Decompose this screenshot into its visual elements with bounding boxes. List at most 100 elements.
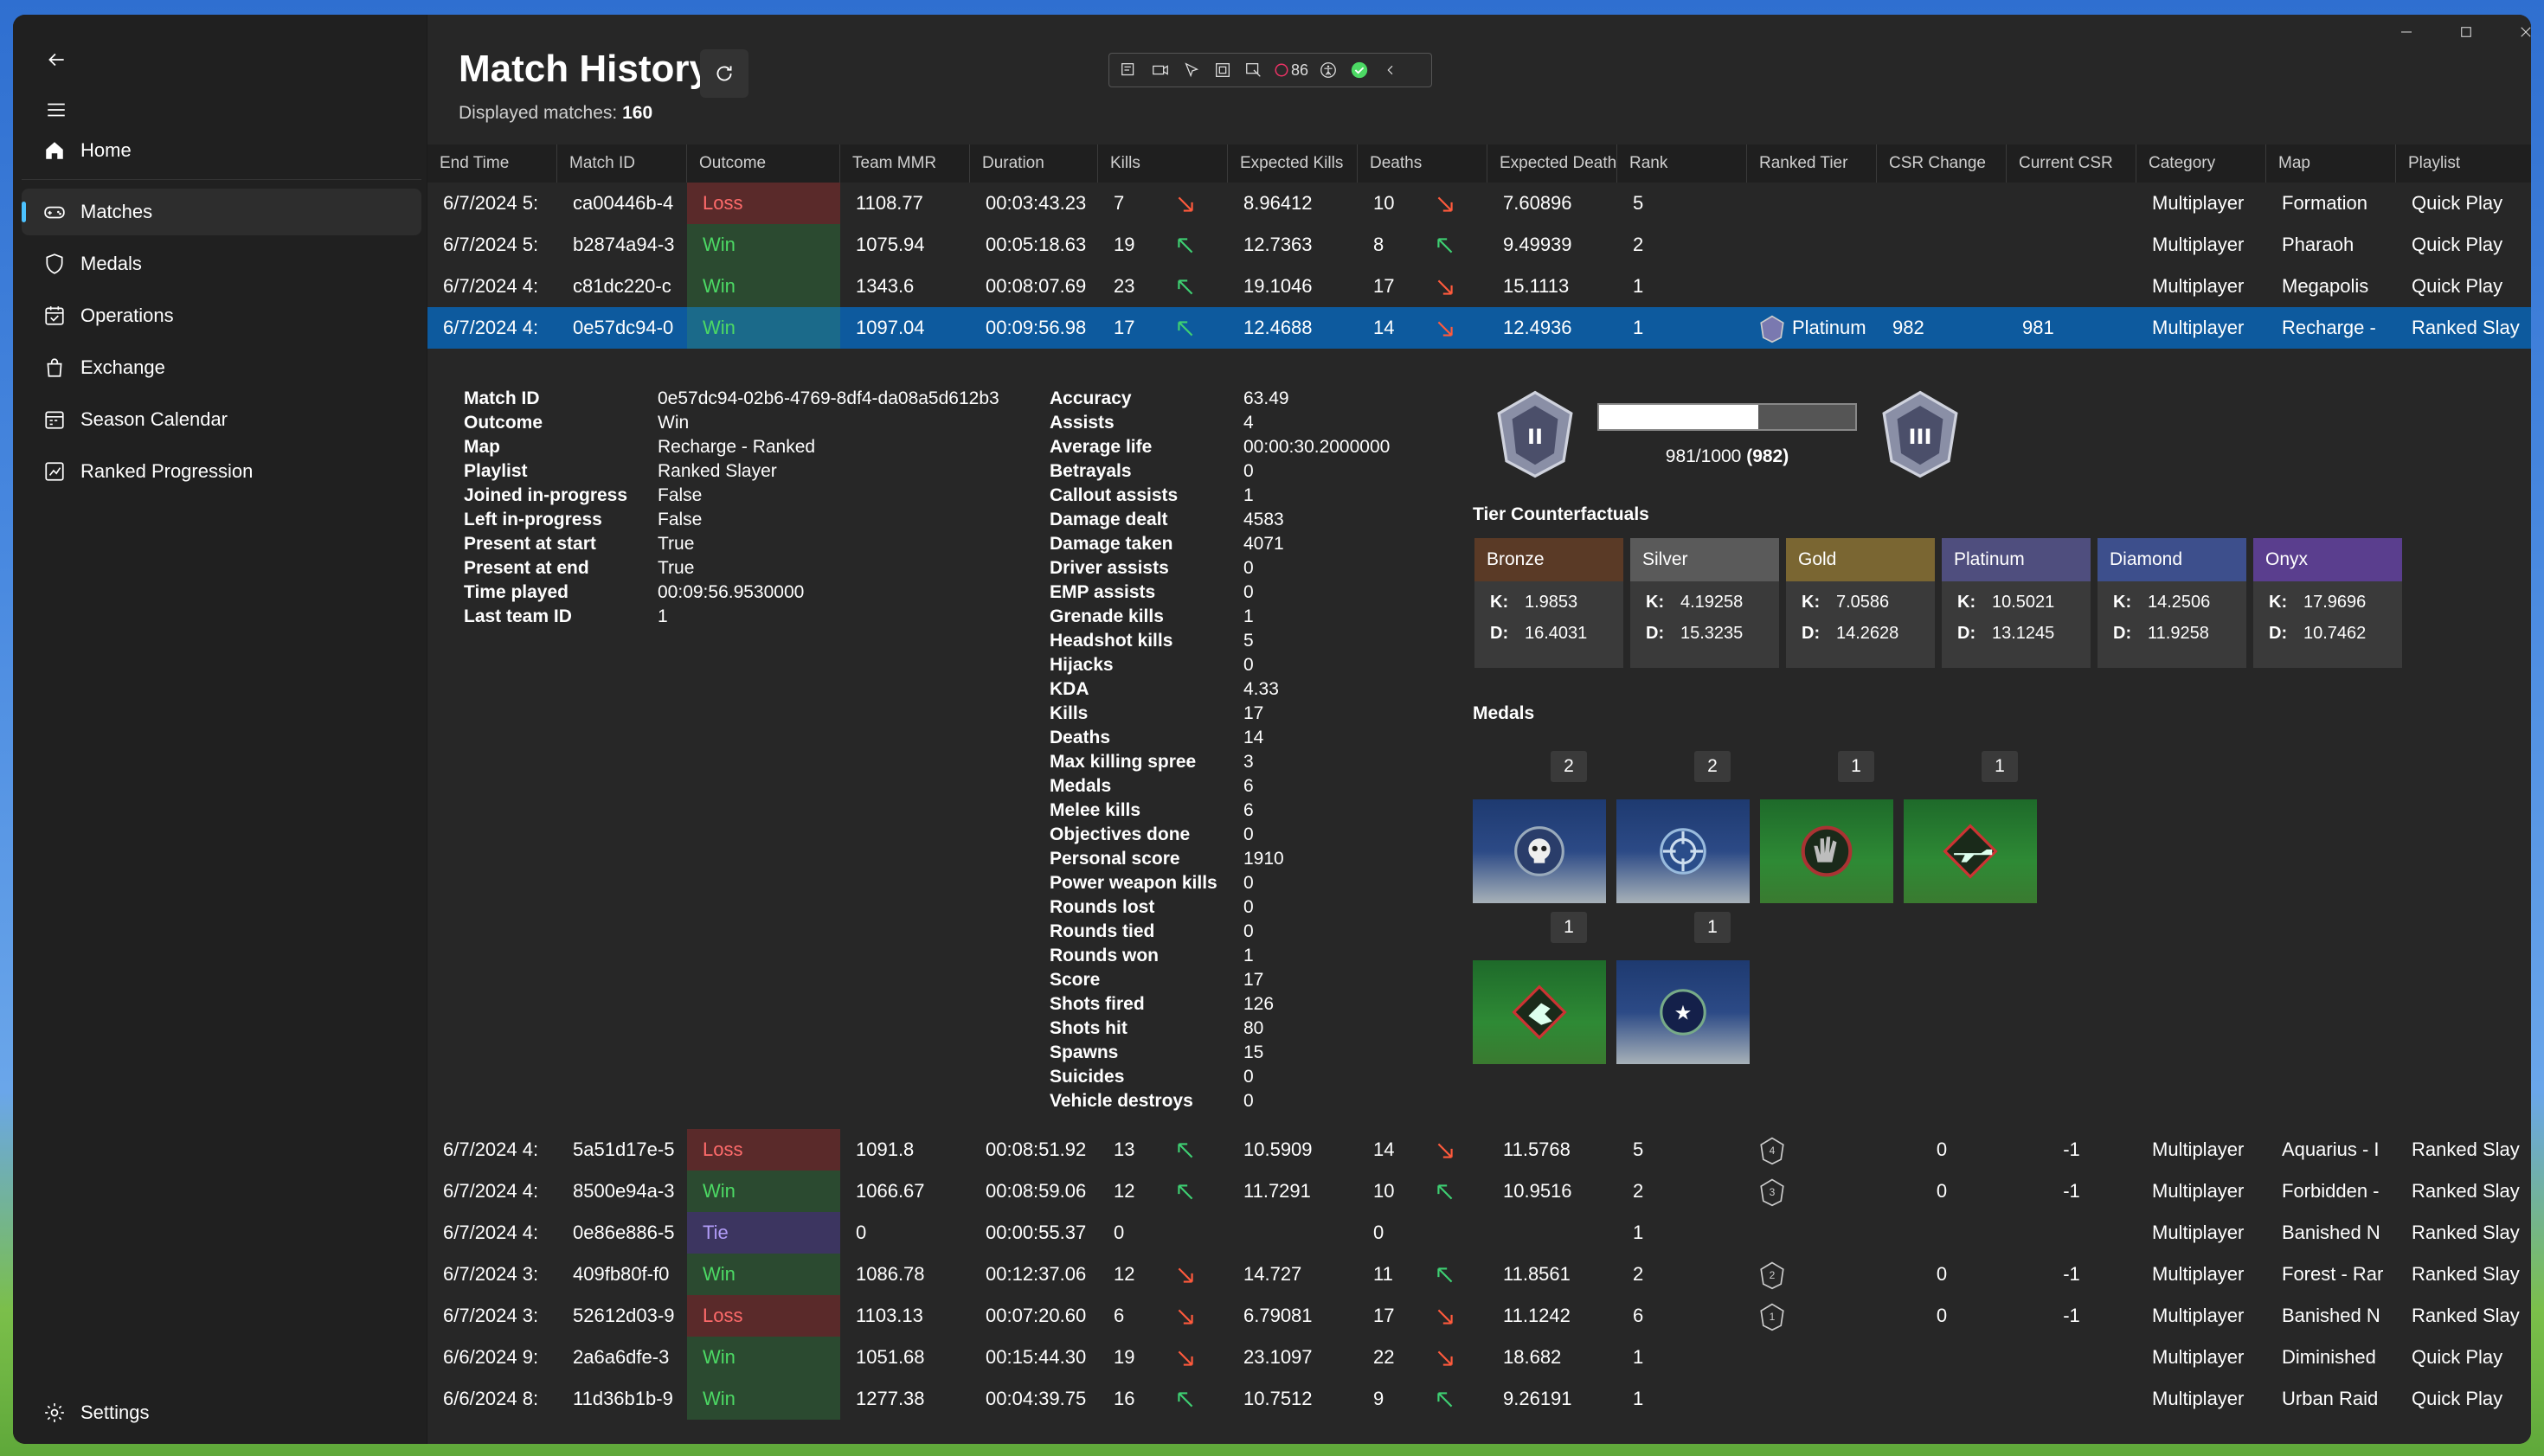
- tier-card-platinum: Platinum K: 10.5021 D: 13.1245: [1942, 538, 2091, 668]
- nav-exchange-label: Exchange: [80, 356, 165, 378]
- detail-value: 63.49: [1243, 388, 1289, 408]
- column-header[interactable]: CSR Change: [1877, 144, 2007, 183]
- column-header[interactable]: Rank: [1617, 144, 1747, 183]
- check-icon[interactable]: [1348, 59, 1371, 81]
- column-header[interactable]: Expected Deaths: [1487, 144, 1617, 183]
- layout-adorner-icon[interactable]: [1211, 59, 1234, 81]
- detail-value: 1910: [1243, 849, 1284, 869]
- map-cell: Megapolis: [2282, 275, 2369, 297]
- duration-cell: 00:09:56.98: [986, 317, 1087, 338]
- detail-value: 5: [1243, 631, 1254, 651]
- csr-change-cell: [1877, 224, 2007, 266]
- duration-cell: 00:08:51.92: [986, 1139, 1087, 1160]
- accessibility-icon[interactable]: [1317, 59, 1339, 81]
- detail-label: Kills: [1050, 703, 1089, 723]
- detail-row: Joined in-progress False: [464, 484, 1070, 508]
- nav-matches-label: Matches: [80, 201, 153, 222]
- detail-value: 0: [1243, 461, 1254, 481]
- kills-cell: 19: [1114, 234, 1135, 255]
- column-header[interactable]: Current CSR: [2007, 144, 2136, 183]
- nav-settings[interactable]: Settings: [22, 1389, 421, 1436]
- nav-medals[interactable]: Medals: [22, 241, 421, 287]
- maximize-button[interactable]: [2436, 15, 2496, 49]
- duration-cell: 00:05:18.63: [986, 234, 1087, 255]
- table-row[interactable]: 6/7/2024 4: 0e57dc94-0 Win 1097.04 00:09:56.…: [427, 307, 2531, 349]
- column-header[interactable]: Duration: [970, 144, 1098, 183]
- column-header[interactable]: Expected Kills: [1228, 144, 1358, 183]
- tier-name: Silver: [1630, 538, 1779, 581]
- detail-value: True: [658, 558, 695, 578]
- minimize-button[interactable]: [2376, 15, 2437, 49]
- live-tree-icon[interactable]: [1118, 59, 1140, 81]
- nav-operations[interactable]: Operations: [22, 292, 421, 339]
- active-indicator: [22, 202, 26, 222]
- medal-count: 1: [1982, 751, 2018, 782]
- svg-text:★: ★: [1674, 1002, 1693, 1024]
- nav-ranked-progression[interactable]: Ranked Progression: [22, 448, 421, 495]
- table-row[interactable]: 6/7/2024 4: c81dc220-c Win 1343.6 00:08:07.6…: [427, 266, 2531, 307]
- rank-cell: 1: [1633, 317, 1644, 338]
- table-row[interactable]: 6/7/2024 4: 8500e94a-3 Win 1066.67 00:08:59.…: [427, 1171, 2531, 1212]
- column-header[interactable]: End Time: [427, 144, 557, 183]
- track-focus-icon[interactable]: [1243, 59, 1265, 81]
- deaths-label: D:: [1646, 624, 1665, 643]
- deaths-cell: 10: [1373, 192, 1395, 214]
- medal-tile: 2: [1616, 751, 1750, 912]
- table-row[interactable]: 6/7/2024 3: 52612d03-9 Loss 1103.13 00:07:20…: [427, 1295, 2531, 1337]
- select-element-icon[interactable]: [1180, 59, 1203, 81]
- nav-home[interactable]: Home: [22, 127, 421, 174]
- current-csr-cell: [2007, 1212, 2136, 1254]
- rank-cell: 2: [1633, 234, 1644, 255]
- detail-label: Accuracy: [1050, 388, 1132, 408]
- end-time-cell: 6/7/2024 4:: [443, 317, 539, 338]
- detail-label: EMP assists: [1050, 582, 1156, 602]
- column-header[interactable]: Match ID: [557, 144, 687, 183]
- close-button[interactable]: [2496, 15, 2531, 49]
- medal-tile: 1: [1904, 751, 2037, 912]
- binding-failures-indicator[interactable]: 86: [1274, 59, 1308, 81]
- table-row[interactable]: 6/7/2024 4: 5a51d17e-5 Loss 1091.8 00:08:51.…: [427, 1129, 2531, 1171]
- tier-card-diamond: Diamond K: 14.2506 D: 11.9258: [2098, 538, 2246, 668]
- kills-value: 14.2506: [2148, 593, 2211, 612]
- table-row[interactable]: 6/7/2024 5: b2874a94-3 Win 1075.94 00:05:18.…: [427, 224, 2531, 266]
- csr-change-cell: [1877, 1337, 2007, 1378]
- refresh-button[interactable]: [700, 49, 748, 98]
- table-row[interactable]: 6/7/2024 5: ca00446b-4 Loss 1108.77 00:03:43…: [427, 183, 2531, 224]
- duration-cell: 00:00:55.37: [986, 1222, 1087, 1243]
- column-header[interactable]: Kills: [1098, 144, 1228, 183]
- detail-row: Kills 17: [1050, 702, 1655, 726]
- current-csr-cell: -1: [2063, 1139, 2080, 1160]
- match-id-cell: 0e86e886-5: [573, 1222, 675, 1243]
- table-row[interactable]: 6/6/2024 8: 11d36b1b-9 Win 1277.38 00:04:39.…: [427, 1378, 2531, 1420]
- deaths-cell: 17: [1373, 275, 1395, 297]
- tier-card-onyx: Onyx K: 17.9696 D: 10.7462: [2253, 538, 2402, 668]
- current-csr-cell: [2007, 1337, 2136, 1378]
- kills-label: K:: [1646, 593, 1665, 612]
- detail-value: 0: [1243, 655, 1254, 675]
- column-header[interactable]: Outcome: [687, 144, 840, 183]
- column-header[interactable]: Team MMR: [840, 144, 970, 183]
- column-header[interactable]: Playlist: [2396, 144, 2531, 183]
- column-header[interactable]: Ranked Tier: [1747, 144, 1877, 183]
- collapse-chevron-icon[interactable]: [1379, 59, 1402, 81]
- camera-icon[interactable]: [1149, 59, 1172, 81]
- table-row[interactable]: 6/7/2024 3: 409fb80f-f0 Win 1086.78 00:12:37…: [427, 1254, 2531, 1295]
- column-header[interactable]: Category: [2136, 144, 2266, 183]
- nav-home-label: Home: [80, 139, 132, 161]
- table-row[interactable]: 6/7/2024 4: 0e86e886-5 Tie 0 00:00:55.37 0 0 1 M…: [427, 1212, 2531, 1254]
- playlist-cell: Quick Play: [2412, 275, 2503, 297]
- nav-exchange[interactable]: Exchange: [22, 344, 421, 391]
- column-header[interactable]: Deaths: [1358, 144, 1487, 183]
- rank-cell: 1: [1633, 275, 1644, 297]
- table-row[interactable]: 6/6/2024 9: 2a6a6dfe-3 Win 1051.68 00:15:44.…: [427, 1337, 2531, 1378]
- nav-matches[interactable]: Matches: [22, 189, 421, 235]
- detail-value: 0e57dc94-02b6-4769-8df4-da08a5d612b3: [658, 388, 999, 408]
- detail-label: Shots fired: [1050, 994, 1145, 1014]
- back-arrow-icon[interactable]: [30, 34, 82, 86]
- column-header[interactable]: Map: [2266, 144, 2396, 183]
- playlist-cell: Quick Play: [2412, 1346, 2503, 1368]
- detail-label: Time played: [464, 582, 569, 602]
- nav-medals-label: Medals: [80, 253, 142, 274]
- trend-down-arrow-icon: [1174, 1347, 1197, 1369]
- nav-season-calendar[interactable]: Season Calendar: [22, 396, 421, 443]
